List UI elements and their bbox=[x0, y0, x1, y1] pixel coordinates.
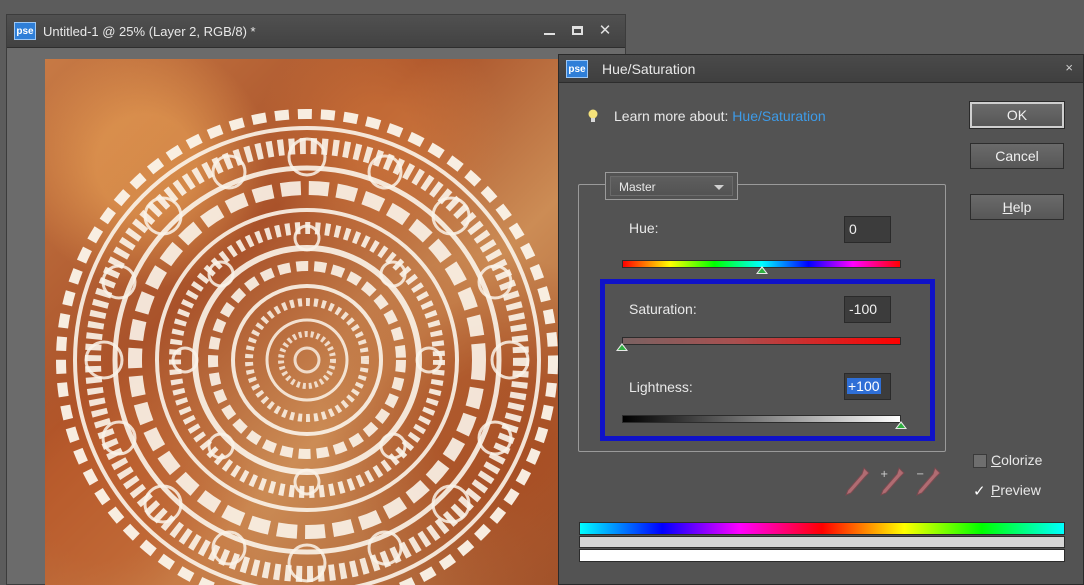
ok-button[interactable]: OK bbox=[969, 101, 1065, 129]
dialog-titlebar[interactable]: pse Hue/Saturation × bbox=[559, 55, 1083, 83]
pse-logo-icon: pse bbox=[14, 22, 36, 40]
eyedropper-plus-icon[interactable]: + bbox=[877, 465, 907, 499]
svg-text:−: − bbox=[916, 469, 924, 480]
channel-select-field[interactable]: Master bbox=[610, 176, 733, 196]
help-button[interactable]: Help bbox=[970, 194, 1064, 220]
maximize-icon bbox=[571, 26, 583, 35]
lace-doily-image bbox=[56, 109, 558, 585]
close-icon: ✕ bbox=[598, 22, 612, 39]
eyedropper-minus-icon[interactable]: − bbox=[913, 465, 943, 499]
preview-label[interactable]: Preview bbox=[991, 482, 1041, 498]
document-titlebar[interactable]: pse Untitled-1 @ 25% (Layer 2, RGB/8) * … bbox=[7, 15, 625, 48]
hue-input[interactable]: 0 bbox=[844, 216, 891, 243]
channel-selected-value: Master bbox=[619, 180, 656, 194]
output-color-spectrum bbox=[579, 549, 1065, 562]
close-button[interactable]: ✕ bbox=[595, 21, 615, 41]
colorize-label[interactable]: Colorize bbox=[991, 452, 1042, 468]
pse-logo-icon: pse bbox=[566, 60, 588, 78]
svg-text:+: + bbox=[880, 469, 888, 480]
colorize-checkbox[interactable] bbox=[973, 454, 987, 468]
minimize-button[interactable] bbox=[539, 21, 559, 41]
document-title: Untitled-1 @ 25% (Layer 2, RGB/8) * bbox=[43, 24, 256, 39]
cancel-button[interactable]: Cancel bbox=[970, 143, 1064, 169]
bulb-icon bbox=[588, 109, 598, 122]
learn-more-label: Learn more about: bbox=[614, 108, 729, 124]
preview-checkbox[interactable] bbox=[973, 482, 987, 500]
image-canvas[interactable] bbox=[45, 59, 605, 585]
channel-select[interactable]: Master bbox=[605, 172, 738, 200]
colorize-mnemonic: C bbox=[991, 452, 1002, 468]
highlight-annotation-box bbox=[600, 279, 935, 441]
hue-slider-thumb[interactable] bbox=[755, 266, 768, 274]
preview-mnemonic: P bbox=[991, 482, 1001, 498]
learn-more-link[interactable]: Hue/Saturation bbox=[732, 108, 825, 124]
help-mnemonic: H bbox=[1002, 199, 1013, 215]
maximize-button[interactable] bbox=[567, 21, 587, 41]
help-label: elp bbox=[1012, 199, 1032, 215]
colorize-label-rest: olorize bbox=[1001, 452, 1043, 468]
learn-more-text: Learn more about: Hue/Saturation bbox=[614, 108, 826, 124]
minimize-icon bbox=[543, 33, 555, 35]
document-window: pse Untitled-1 @ 25% (Layer 2, RGB/8) * … bbox=[6, 14, 626, 585]
dialog-title: Hue/Saturation bbox=[602, 61, 696, 77]
input-color-spectrum bbox=[579, 522, 1065, 535]
chevron-down-icon bbox=[714, 185, 724, 190]
dialog-close-icon[interactable]: × bbox=[1065, 60, 1073, 75]
hue-saturation-dialog: pse Hue/Saturation × Learn more about: H… bbox=[558, 54, 1084, 585]
output-color-spectrum-mid bbox=[579, 536, 1065, 548]
eyedropper-icon[interactable] bbox=[842, 465, 872, 499]
hue-label: Hue: bbox=[629, 220, 659, 236]
preview-label-rest: review bbox=[1000, 482, 1041, 498]
